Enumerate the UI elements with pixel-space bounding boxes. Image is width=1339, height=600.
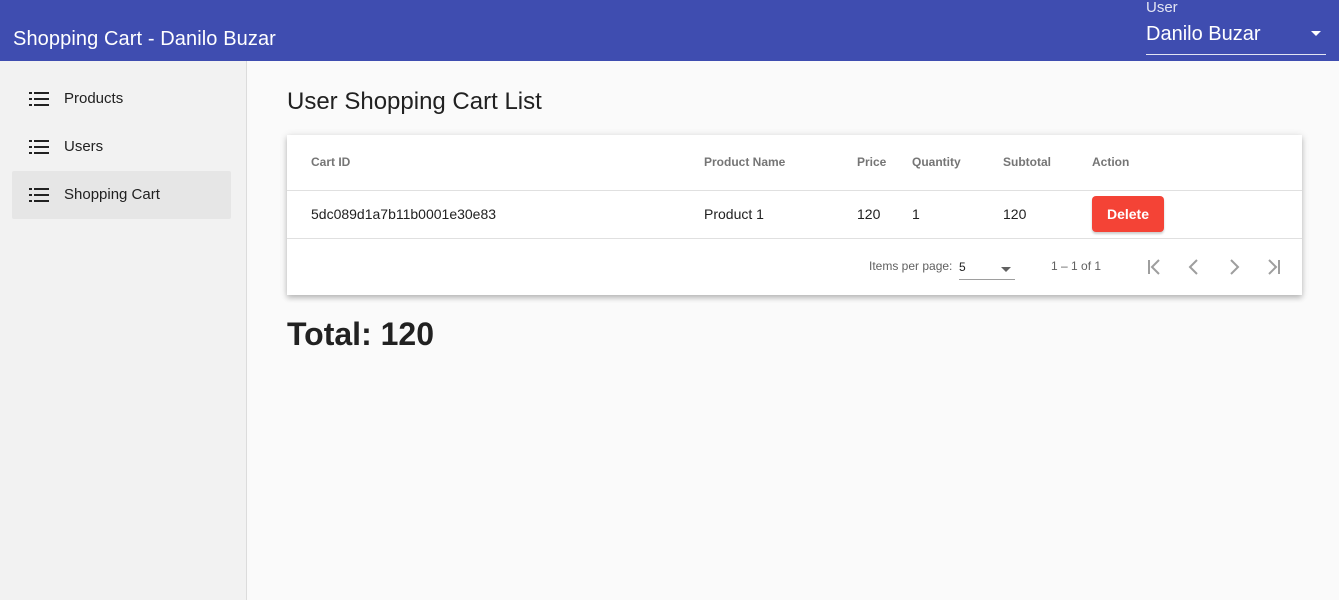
column-header-price: Price (857, 155, 887, 169)
last-page-icon[interactable] (1262, 255, 1286, 279)
cell-quantity: 1 (912, 206, 920, 222)
table-header-row: Cart ID Product Name Price Quantity Subt… (287, 135, 1302, 191)
user-select-label: User (1146, 0, 1178, 16)
items-per-page-select[interactable]: 5 (959, 258, 1015, 280)
items-per-page-value: 5 (959, 260, 966, 274)
dropdown-arrow-icon (1001, 267, 1011, 272)
user-select-value: Danilo Buzar (1146, 23, 1261, 45)
cell-price: 120 (857, 206, 881, 222)
cell-cart-id: 5dc089d1a7b11b0001e30e83 (311, 206, 497, 222)
list-icon (29, 92, 49, 106)
app-title: Shopping Cart - Danilo Buzar (13, 28, 276, 50)
cart-total: Total: 120 (287, 316, 434, 352)
first-page-icon[interactable] (1142, 255, 1166, 279)
top-toolbar: Shopping Cart - Danilo Buzar User Danilo… (0, 0, 1339, 61)
column-header-product-name: Product Name (704, 155, 786, 169)
dropdown-arrow-icon (1311, 31, 1321, 36)
column-header-quantity: Quantity (912, 155, 961, 169)
table-row: 5dc089d1a7b11b0001e30e83 Product 1 120 1… (287, 191, 1302, 239)
cart-table: Cart ID Product Name Price Quantity Subt… (287, 135, 1302, 295)
column-header-subtotal: Subtotal (1003, 155, 1051, 169)
cell-subtotal: 120 (1003, 206, 1027, 222)
paginator-range-label: 1 – 1 of 1 (1051, 259, 1102, 273)
user-select[interactable]: User Danilo Buzar (1146, 0, 1326, 55)
sidebar-item-label: Products (64, 90, 124, 107)
list-icon (29, 140, 49, 154)
sidebar-item-shopping-cart[interactable]: Shopping Cart (12, 171, 231, 219)
delete-button[interactable]: Delete (1092, 196, 1164, 232)
list-icon (29, 188, 49, 202)
page-title: User Shopping Cart List (287, 88, 542, 115)
previous-page-icon[interactable] (1182, 255, 1206, 279)
sidebar-item-users[interactable]: Users (12, 123, 231, 171)
sidebar: Products Users Shopping Cart (0, 61, 247, 600)
cell-product-name: Product 1 (704, 206, 764, 222)
sidebar-item-label: Shopping Cart (64, 186, 160, 203)
paginator: Items per page: 5 1 – 1 of 1 (287, 239, 1302, 295)
items-per-page-label: Items per page: (869, 259, 953, 273)
column-header-cart-id: Cart ID (311, 155, 351, 169)
column-header-action: Action (1092, 155, 1130, 169)
sidebar-item-products[interactable]: Products (12, 75, 231, 123)
next-page-icon[interactable] (1222, 255, 1246, 279)
sidebar-item-label: Users (64, 138, 104, 155)
